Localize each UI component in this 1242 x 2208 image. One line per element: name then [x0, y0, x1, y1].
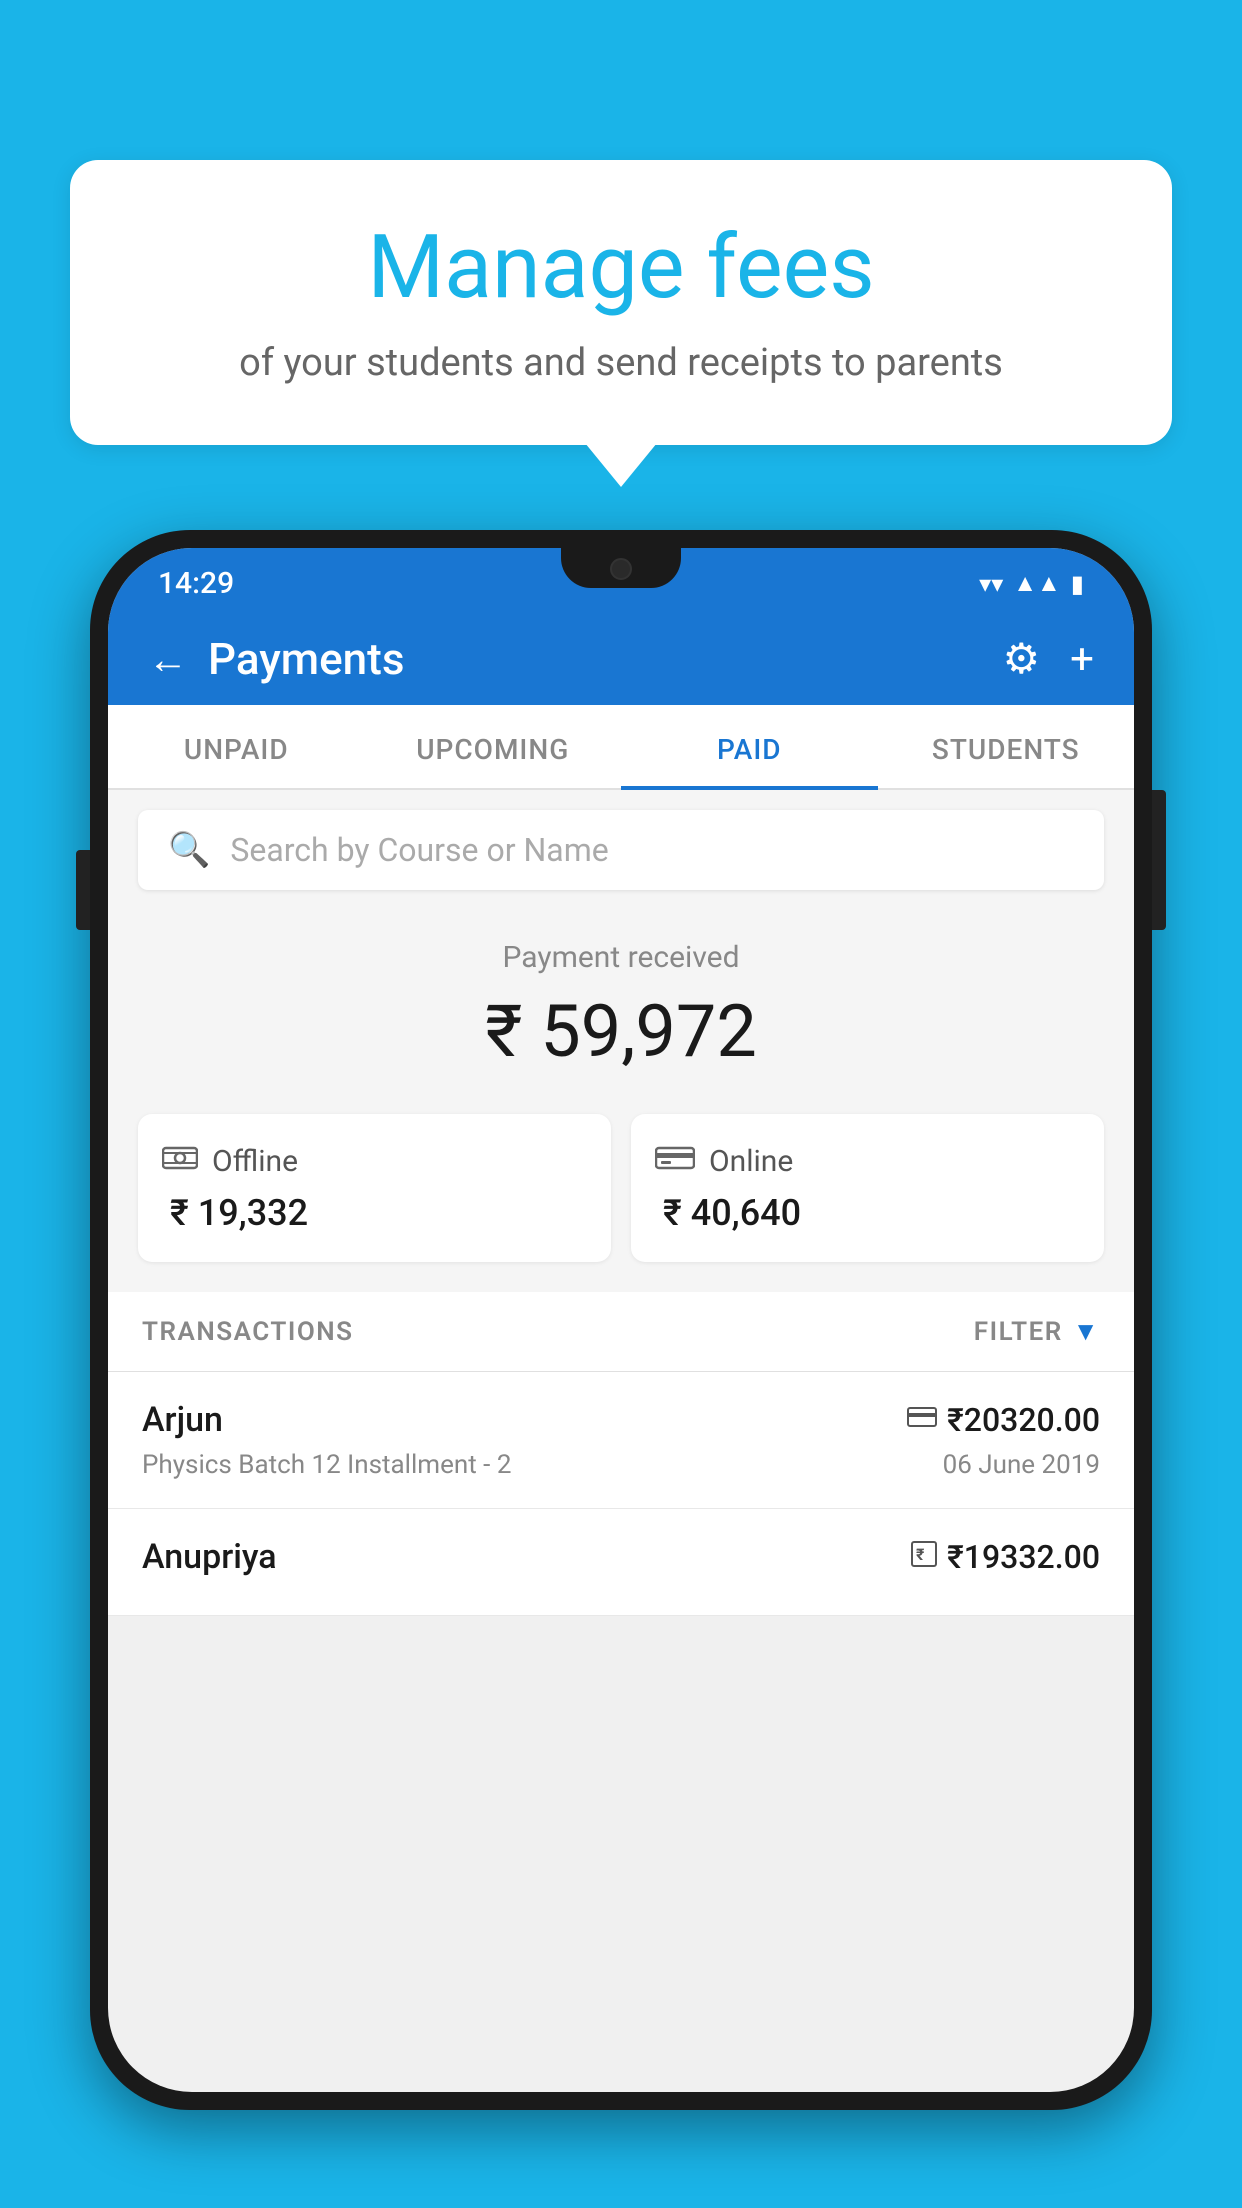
status-time: 14:29: [158, 566, 234, 601]
search-bar[interactable]: 🔍 Search by Course or Name: [138, 810, 1104, 890]
transaction-right-1: ₹20320.00: [907, 1401, 1100, 1439]
filter-button[interactable]: FILTER ▼: [974, 1316, 1100, 1347]
header-left: ← Payments: [148, 633, 404, 685]
bubble-title: Manage fees: [150, 220, 1092, 317]
phone-notch: [561, 548, 681, 588]
transaction-main-row1: Arjun ₹20320.00: [142, 1400, 1100, 1440]
transaction-amount-1: ₹20320.00: [947, 1401, 1100, 1439]
transaction-main-row2: Anupriya ₹ ₹19332.00: [142, 1537, 1100, 1577]
search-icon: 🔍: [168, 830, 210, 870]
online-amount: ₹ 40,640: [655, 1192, 1080, 1234]
payment-received-section: Payment received ₹ 59,972: [108, 910, 1134, 1094]
search-placeholder: Search by Course or Name: [230, 831, 608, 869]
transaction-date-1: 06 June 2019: [943, 1450, 1100, 1480]
offline-icon: [162, 1142, 198, 1180]
phone-screen: 14:29 ▾▾ ▲▲ ▮ ← Payments ⚙ +: [108, 548, 1134, 2092]
phone-container: 14:29 ▾▾ ▲▲ ▮ ← Payments ⚙ +: [90, 530, 1152, 2208]
transaction-name-2: Anupriya: [142, 1537, 277, 1577]
filter-label: FILTER: [974, 1317, 1063, 1347]
back-button[interactable]: ←: [148, 636, 188, 683]
speech-bubble: Manage fees of your students and send re…: [70, 160, 1172, 445]
offline-label: Offline: [212, 1144, 298, 1179]
transaction-row[interactable]: Anupriya ₹ ₹19332.00: [108, 1509, 1134, 1616]
settings-icon[interactable]: ⚙: [1003, 634, 1041, 684]
svg-text:₹: ₹: [916, 1545, 925, 1564]
filter-icon: ▼: [1073, 1316, 1100, 1347]
header-title: Payments: [208, 633, 404, 685]
transaction-course-1: Physics Batch 12 Installment - 2: [142, 1450, 511, 1480]
tabs-container: UNPAID UPCOMING PAID STUDENTS: [108, 705, 1134, 790]
online-card: Online ₹ 40,640: [631, 1114, 1104, 1262]
tab-paid[interactable]: PAID: [621, 705, 878, 788]
phone-frame: 14:29 ▾▾ ▲▲ ▮ ← Payments ⚙ +: [90, 530, 1152, 2110]
online-icon: [655, 1142, 695, 1180]
front-camera: [610, 558, 632, 580]
search-container: 🔍 Search by Course or Name: [108, 790, 1134, 910]
transaction-amount-2: ₹19332.00: [947, 1538, 1100, 1576]
signal-icon: ▲▲: [1013, 569, 1061, 598]
battery-icon: ▮: [1071, 570, 1084, 598]
offline-amount: ₹ 19,332: [162, 1192, 587, 1234]
payment-cards: Offline ₹ 19,332: [108, 1094, 1134, 1292]
payment-received-amount: ₹ 59,972: [138, 989, 1104, 1074]
transaction-row[interactable]: Arjun ₹20320.00 Physics Batch 12 Install…: [108, 1372, 1134, 1509]
payment-received-label: Payment received: [138, 940, 1104, 975]
transactions-header: TRANSACTIONS FILTER ▼: [108, 1292, 1134, 1372]
transaction-sub-row1: Physics Batch 12 Installment - 2 06 June…: [142, 1450, 1100, 1480]
online-label: Online: [709, 1144, 793, 1179]
payment-type-icon-2: ₹: [911, 1541, 937, 1574]
wifi-icon: ▾▾: [979, 570, 1003, 598]
header-actions: ⚙ +: [1003, 634, 1095, 684]
online-card-header: Online: [655, 1142, 1080, 1180]
tab-upcoming[interactable]: UPCOMING: [365, 705, 622, 788]
tab-students[interactable]: STUDENTS: [878, 705, 1135, 788]
tab-unpaid[interactable]: UNPAID: [108, 705, 365, 788]
bubble-subtitle: of your students and send receipts to pa…: [150, 341, 1092, 385]
app-header: ← Payments ⚙ +: [108, 613, 1134, 705]
add-button[interactable]: +: [1070, 635, 1094, 684]
transaction-name-1: Arjun: [142, 1400, 223, 1440]
transaction-right-2: ₹ ₹19332.00: [911, 1538, 1100, 1576]
offline-card: Offline ₹ 19,332: [138, 1114, 611, 1262]
speech-bubble-section: Manage fees of your students and send re…: [70, 160, 1172, 445]
offline-card-header: Offline: [162, 1142, 587, 1180]
payment-type-icon-1: [907, 1405, 937, 1435]
transactions-label: TRANSACTIONS: [142, 1317, 354, 1347]
status-icons: ▾▾ ▲▲ ▮: [979, 569, 1084, 598]
